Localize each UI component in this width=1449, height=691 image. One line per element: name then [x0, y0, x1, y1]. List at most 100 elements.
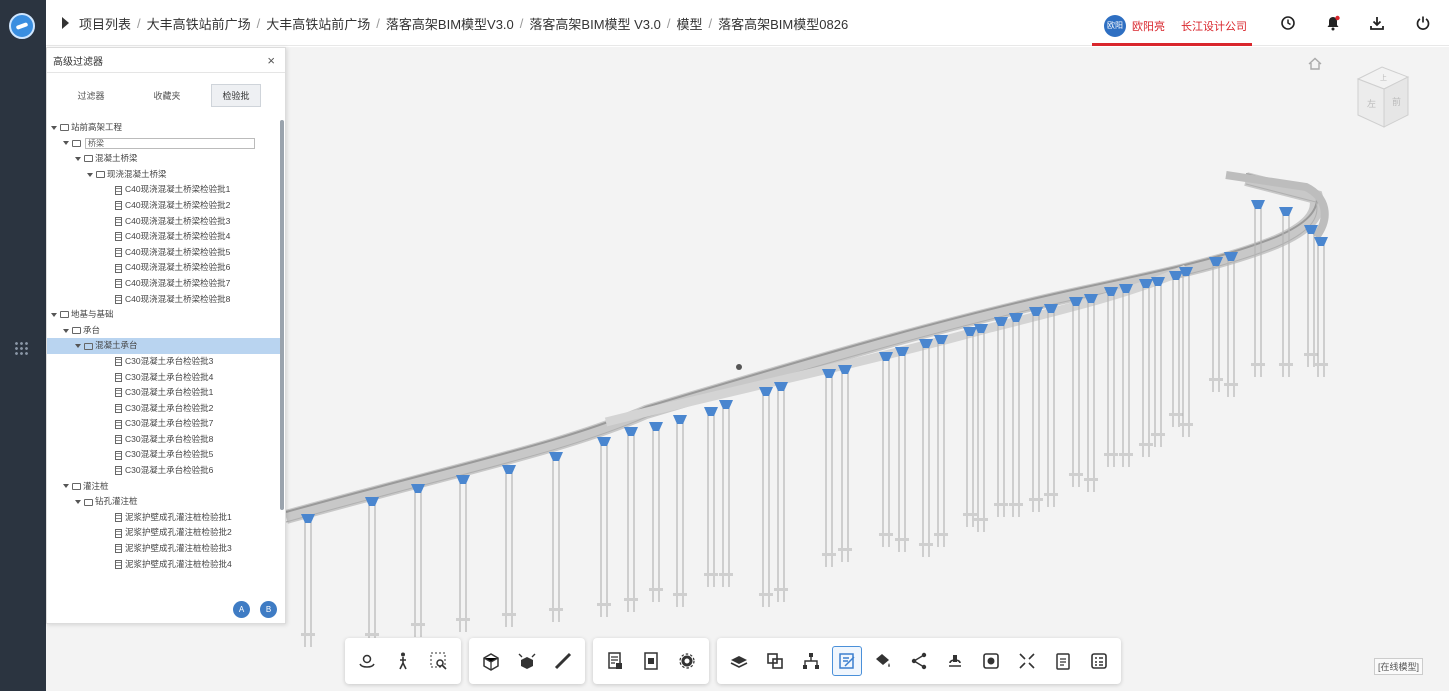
tree-leaf-item[interactable]: C30混凝土承台检验批8 [47, 432, 283, 448]
panel-action-a-icon[interactable]: A [233, 601, 250, 618]
breadcrumb-item[interactable]: 落客高架BIM模型 V3.0 [529, 14, 660, 33]
tree-folder-item[interactable]: 地基与基础 [47, 307, 283, 323]
expand-arrow-icon[interactable] [63, 328, 69, 333]
tree-leaf-item[interactable]: C30混凝土承台检验批5 [47, 447, 283, 463]
tree-folder-item[interactable]: 现浇混凝土桥梁 [47, 167, 283, 183]
expand-arrow-icon[interactable] [75, 156, 81, 161]
company-name[interactable]: 长江设计公司 [1181, 18, 1247, 34]
tree-folder-item[interactable]: 站前高架工程 [47, 120, 283, 136]
tree-leaf-item[interactable]: C40现浇混凝土桥梁检验批6 [47, 260, 283, 276]
apps-grid-icon[interactable] [14, 341, 30, 357]
pile-cap [365, 633, 379, 636]
tree-leaf-item[interactable]: C40现浇混凝土桥梁检验批5 [47, 245, 283, 261]
tree-leaf-item[interactable]: C30混凝土承台检验批2 [47, 401, 283, 417]
pile-cap [1224, 383, 1238, 386]
tree-leaf-item[interactable]: C30混凝土承台检验批3 [47, 354, 283, 370]
tree-leaf-item[interactable]: C40现浇混凝土桥梁检验批3 [47, 214, 283, 230]
layers-icon[interactable] [724, 646, 754, 676]
walk-person-icon[interactable] [388, 646, 418, 676]
tree-item-label: 混凝土桥梁 [95, 153, 138, 164]
tree-folder-item[interactable]: 桥梁 [47, 136, 283, 152]
hand-rotate-icon[interactable] [940, 646, 970, 676]
record-icon[interactable] [976, 646, 1006, 676]
expand-arrow-icon[interactable] [51, 312, 57, 317]
measure-icon[interactable] [548, 646, 578, 676]
breadcrumb-item[interactable]: 模型 [677, 14, 703, 33]
tree-leaf-item[interactable]: 泥浆护壁成孔灌注桩检验批1 [47, 510, 283, 526]
clipboard-icon[interactable] [1048, 646, 1078, 676]
bell-icon[interactable] [1324, 14, 1342, 32]
explode-icon[interactable] [512, 646, 542, 676]
view-cube[interactable]: 上 左 前 [1352, 65, 1414, 131]
breadcrumb-item[interactable]: 落客高架BIM模型0826 [718, 14, 848, 33]
document-icon [115, 450, 122, 460]
expand-arrow-icon[interactable] [87, 172, 93, 177]
paint-bucket-icon[interactable] [868, 646, 898, 676]
close-icon[interactable]: × [267, 53, 275, 68]
tree-leaf-item[interactable]: C30混凝土承台检验批4 [47, 370, 283, 386]
tree-leaf-item[interactable]: C40现浇混凝土桥梁检验批7 [47, 276, 283, 292]
panel-tab[interactable]: 过滤器 [53, 85, 129, 106]
expand-arrow-icon[interactable] [63, 484, 69, 489]
expand-arrow-icon[interactable] [75, 500, 81, 505]
breadcrumb-item[interactable]: 落客高架BIM模型V3.0 [386, 14, 514, 33]
panel-action-b-icon[interactable]: B [260, 601, 277, 618]
panel-tab[interactable]: 检验批 [211, 83, 261, 107]
section-box-icon[interactable] [476, 646, 506, 676]
settings-gear-icon[interactable] [672, 646, 702, 676]
tree-folder-item[interactable]: 灌注桩 [47, 479, 283, 495]
tree-leaf-item[interactable]: C40现浇混凝土桥梁检验批4 [47, 229, 283, 245]
user-info[interactable]: 欧阳 欧阳亮 长江设计公司 [1092, 8, 1252, 46]
model-info-icon[interactable] [636, 646, 666, 676]
viewcube-left-label[interactable]: 左 [1367, 98, 1376, 110]
tree-leaf-item[interactable]: C40现浇混凝土桥梁检验批8 [47, 292, 283, 308]
viewcube-front-label[interactable]: 前 [1392, 96, 1401, 108]
tree-folder-item[interactable]: 混凝土桥梁 [47, 151, 283, 167]
fullscreen-icon[interactable] [1012, 646, 1042, 676]
tree-folder-item[interactable]: 承台 [47, 323, 283, 339]
pile-cap [974, 518, 988, 521]
share-icon[interactable] [904, 646, 934, 676]
tree-leaf-item[interactable]: C30混凝土承台检验批7 [47, 416, 283, 432]
pile-cap [1209, 378, 1223, 381]
avatar[interactable]: 欧阳 [1104, 14, 1126, 37]
home-view-icon[interactable] [1308, 57, 1322, 73]
tree-leaf-item[interactable]: C30混凝土承台检验批6 [47, 463, 283, 479]
clock-icon[interactable] [1279, 14, 1297, 32]
breadcrumb-item[interactable]: 项目列表 [79, 14, 131, 33]
breadcrumb-item[interactable]: 大丰高铁站前广场 [147, 14, 251, 33]
panel-tab[interactable]: 收藏夹 [129, 85, 205, 106]
tree-leaf-item[interactable]: 泥浆护壁成孔灌注桩检验批3 [47, 541, 283, 557]
tree-scrollbar[interactable] [280, 120, 284, 510]
panel-title: 高级过滤器 [53, 56, 103, 68]
expand-arrow-icon[interactable] [51, 125, 57, 130]
copy-overlay-icon[interactable] [760, 646, 790, 676]
checklist-icon[interactable] [1084, 646, 1114, 676]
tree-leaf-item[interactable]: 泥浆护壁成孔灌注桩检验批2 [47, 525, 283, 541]
tree-leaf-item[interactable]: C40现浇混凝土桥梁检验批1 [47, 182, 283, 198]
pile-cap [919, 543, 933, 546]
tree-folder-item[interactable]: 混凝土承台 [47, 338, 283, 354]
markup-edit-icon[interactable] [832, 646, 862, 676]
structure-tree-icon[interactable] [796, 646, 826, 676]
tree-leaf-item[interactable]: C30混凝土承台检验批1 [47, 385, 283, 401]
tree-name-input[interactable]: 桥梁 [85, 137, 255, 149]
tree-folder-item[interactable]: 钻孔灌注桩 [47, 494, 283, 510]
power-icon[interactable] [1414, 14, 1432, 32]
tree-leaf-item[interactable]: 泥浆护壁成孔灌注桩检验批4 [47, 557, 283, 573]
pier-cap-blue [649, 422, 663, 431]
filter-tree[interactable]: 站前高架工程 桥梁 混凝土桥梁 现浇混凝土桥梁 C40现浇混凝土桥梁检验批1 C40现浇混… [47, 120, 283, 598]
viewcube-top-label[interactable]: 上 [1380, 73, 1387, 82]
app-logo-icon[interactable] [9, 13, 35, 39]
pile-cap [1104, 453, 1118, 456]
orbit-icon[interactable] [352, 646, 382, 676]
expand-arrow-icon[interactable] [63, 141, 69, 146]
download-icon[interactable] [1368, 14, 1386, 32]
zoom-box-icon[interactable] [424, 646, 454, 676]
advanced-filter-panel: 高级过滤器 × 过滤器 收藏夹 检验批 站前高架工程 桥梁 混凝土桥梁 现浇混凝土桥梁 C4… [46, 47, 286, 624]
user-name[interactable]: 欧阳亮 [1132, 18, 1165, 34]
tree-leaf-item[interactable]: C40现浇混凝土桥梁检验批2 [47, 198, 283, 214]
expand-arrow-icon[interactable] [75, 344, 81, 349]
properties-icon[interactable] [600, 646, 630, 676]
breadcrumb-item[interactable]: 大丰高铁站前广场 [266, 14, 370, 33]
